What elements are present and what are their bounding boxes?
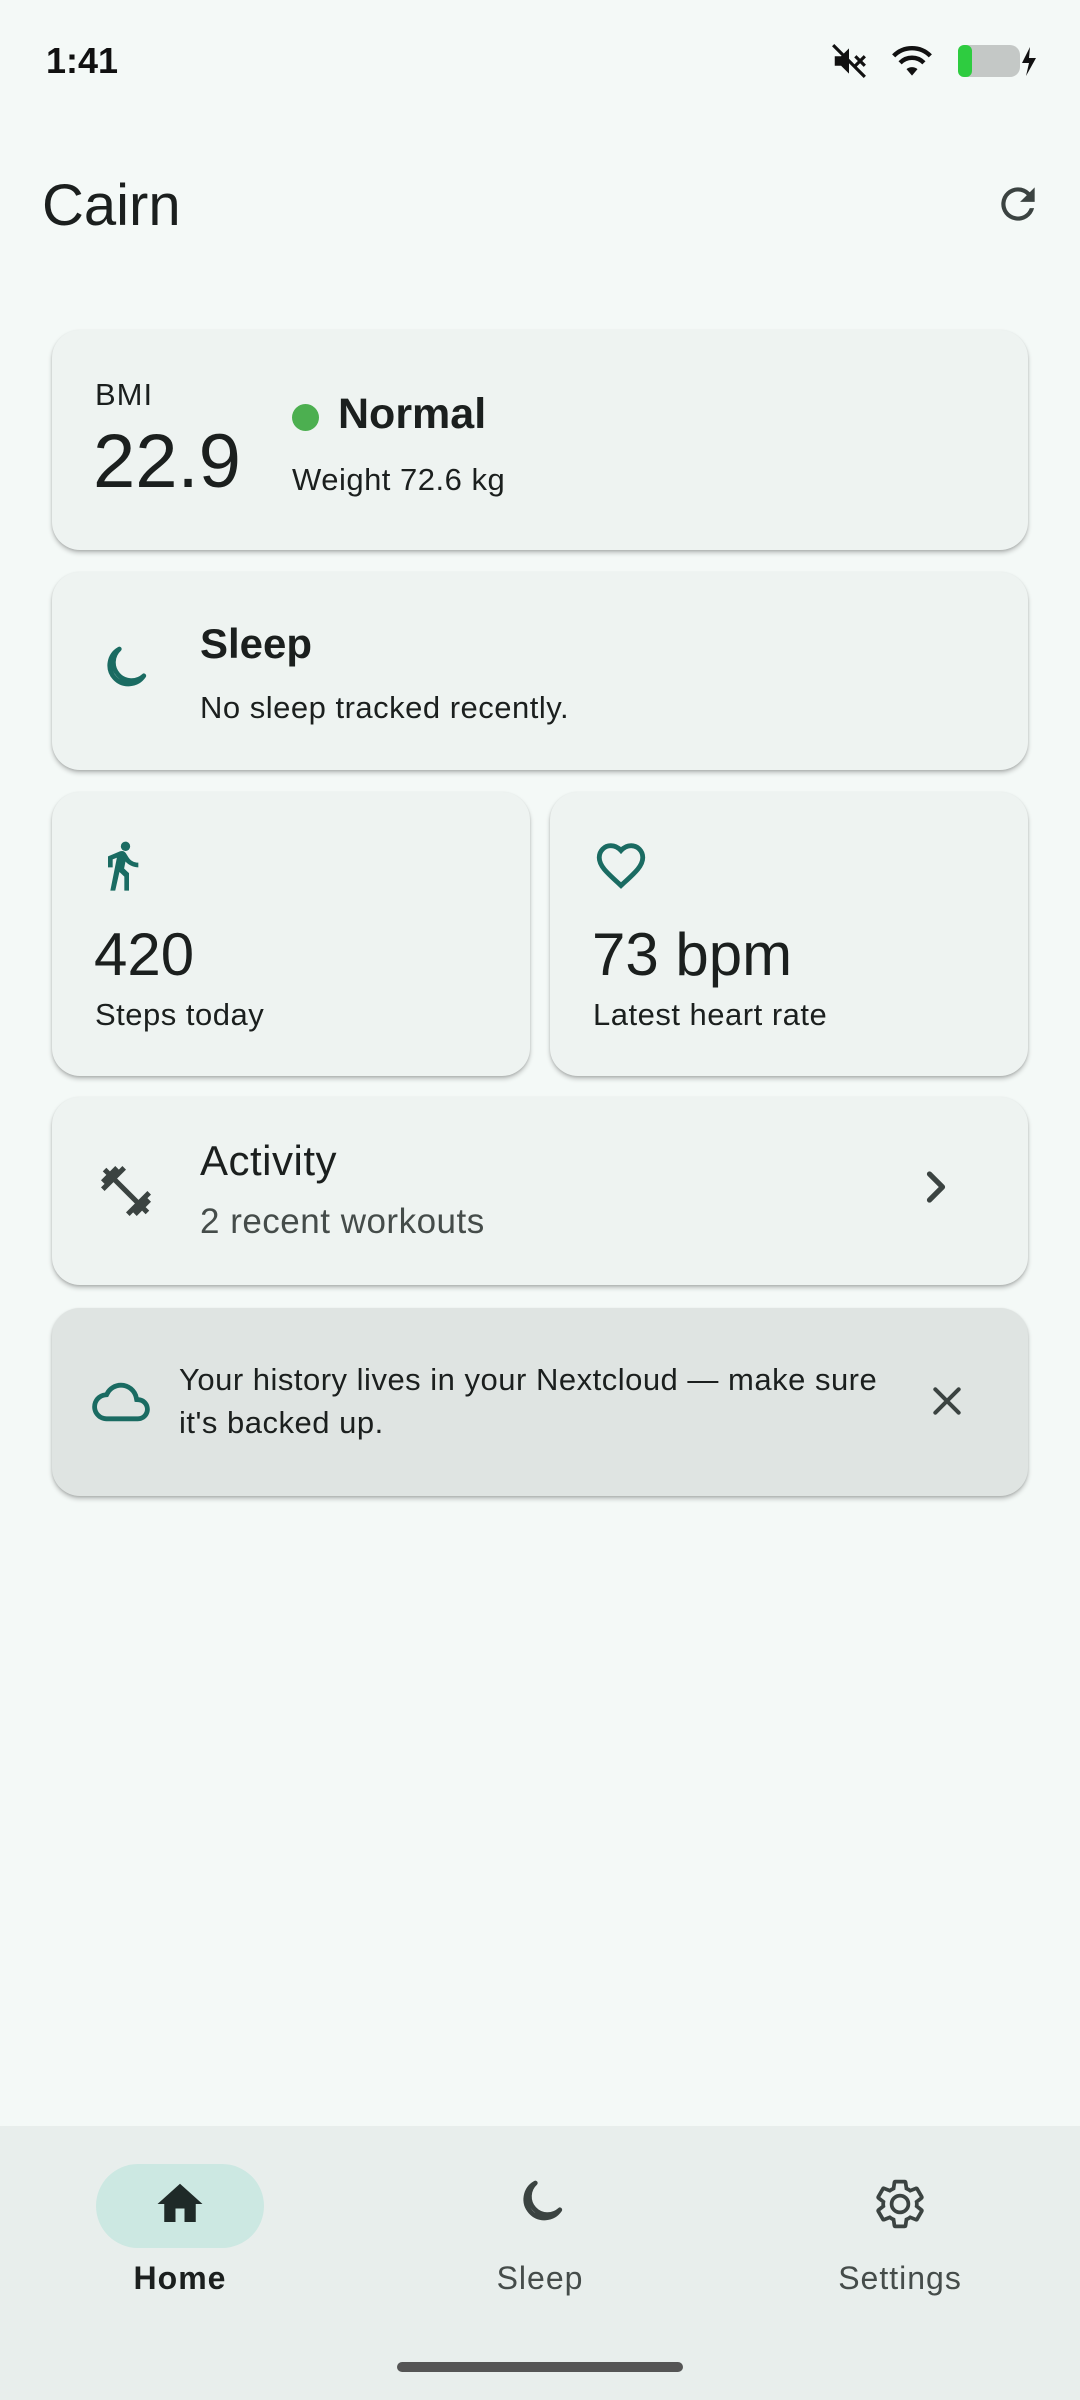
activity-subtitle: 2 recent workouts [200, 1202, 485, 1241]
nav-pill-sleep [456, 2164, 624, 2248]
sleep-title: Sleep [200, 620, 313, 667]
nav-item-settings[interactable]: Settings [720, 2126, 1080, 2400]
app-bar: Cairn [0, 150, 1080, 260]
heart-icon [592, 836, 650, 899]
steps-value: 420 [94, 921, 195, 988]
bmi-status-dot [292, 404, 319, 431]
home-icon [153, 2177, 207, 2236]
walking-icon [94, 834, 150, 901]
heart-rate-label: Latest heart rate [593, 997, 828, 1032]
nav-label-sleep: Sleep [496, 2260, 584, 2296]
cloud-icon [92, 1378, 150, 1431]
steps-label: Steps today [95, 997, 265, 1032]
steps-card[interactable]: 420 Steps today [52, 792, 530, 1076]
gear-icon [872, 2176, 928, 2237]
nav-label-settings: Settings [838, 2260, 962, 2296]
backup-banner: Your history lives in your Nextcloud — m… [52, 1308, 1028, 1496]
heart-rate-value: 73 bpm [592, 921, 793, 988]
status-time: 1:41 [46, 40, 119, 81]
moon-icon [96, 642, 152, 703]
nav-item-home[interactable]: Home [0, 2126, 360, 2400]
status-bar: 1:41 [0, 0, 1080, 130]
weight-value: Weight 72.6 kg [292, 462, 506, 497]
heart-rate-card[interactable]: 73 bpm Latest heart rate [550, 792, 1028, 1076]
moon-icon [512, 2176, 568, 2237]
wifi-icon [890, 42, 934, 85]
banner-text: Your history lives in your Nextcloud — m… [179, 1362, 878, 1440]
bottom-navigation: Home Sleep Settings [0, 2126, 1080, 2400]
nav-pill-settings [816, 2164, 984, 2248]
sleep-subtitle: No sleep tracked recently. [200, 690, 570, 725]
nav-item-sleep[interactable]: Sleep [360, 2126, 720, 2400]
activity-title: Activity [200, 1137, 338, 1184]
chevron-right-icon [910, 1161, 962, 1218]
dismiss-banner-button[interactable] [912, 1368, 982, 1438]
bmi-value: 22.9 [93, 419, 241, 504]
bmi-label: BMI [95, 377, 154, 412]
bmi-status: Normal [338, 390, 487, 438]
dumbbell-icon [96, 1161, 156, 1226]
sleep-card[interactable]: Sleep No sleep tracked recently. [52, 572, 1028, 770]
home-gesture-bar[interactable] [397, 2362, 683, 2372]
status-icons [830, 42, 1040, 85]
refresh-icon [993, 179, 1043, 234]
bmi-card[interactable]: BMI 22.9 Normal Weight 72.6 kg [52, 330, 1028, 550]
battery-charging-icon [956, 43, 1040, 84]
refresh-button[interactable] [982, 170, 1054, 242]
close-icon [927, 1381, 967, 1426]
mute-icon [830, 42, 868, 85]
app-title: Cairn [42, 173, 181, 238]
nav-active-indicator [96, 2164, 264, 2248]
nav-label-home: Home [133, 2260, 227, 2296]
activity-card[interactable]: Activity 2 recent workouts [52, 1097, 1028, 1285]
